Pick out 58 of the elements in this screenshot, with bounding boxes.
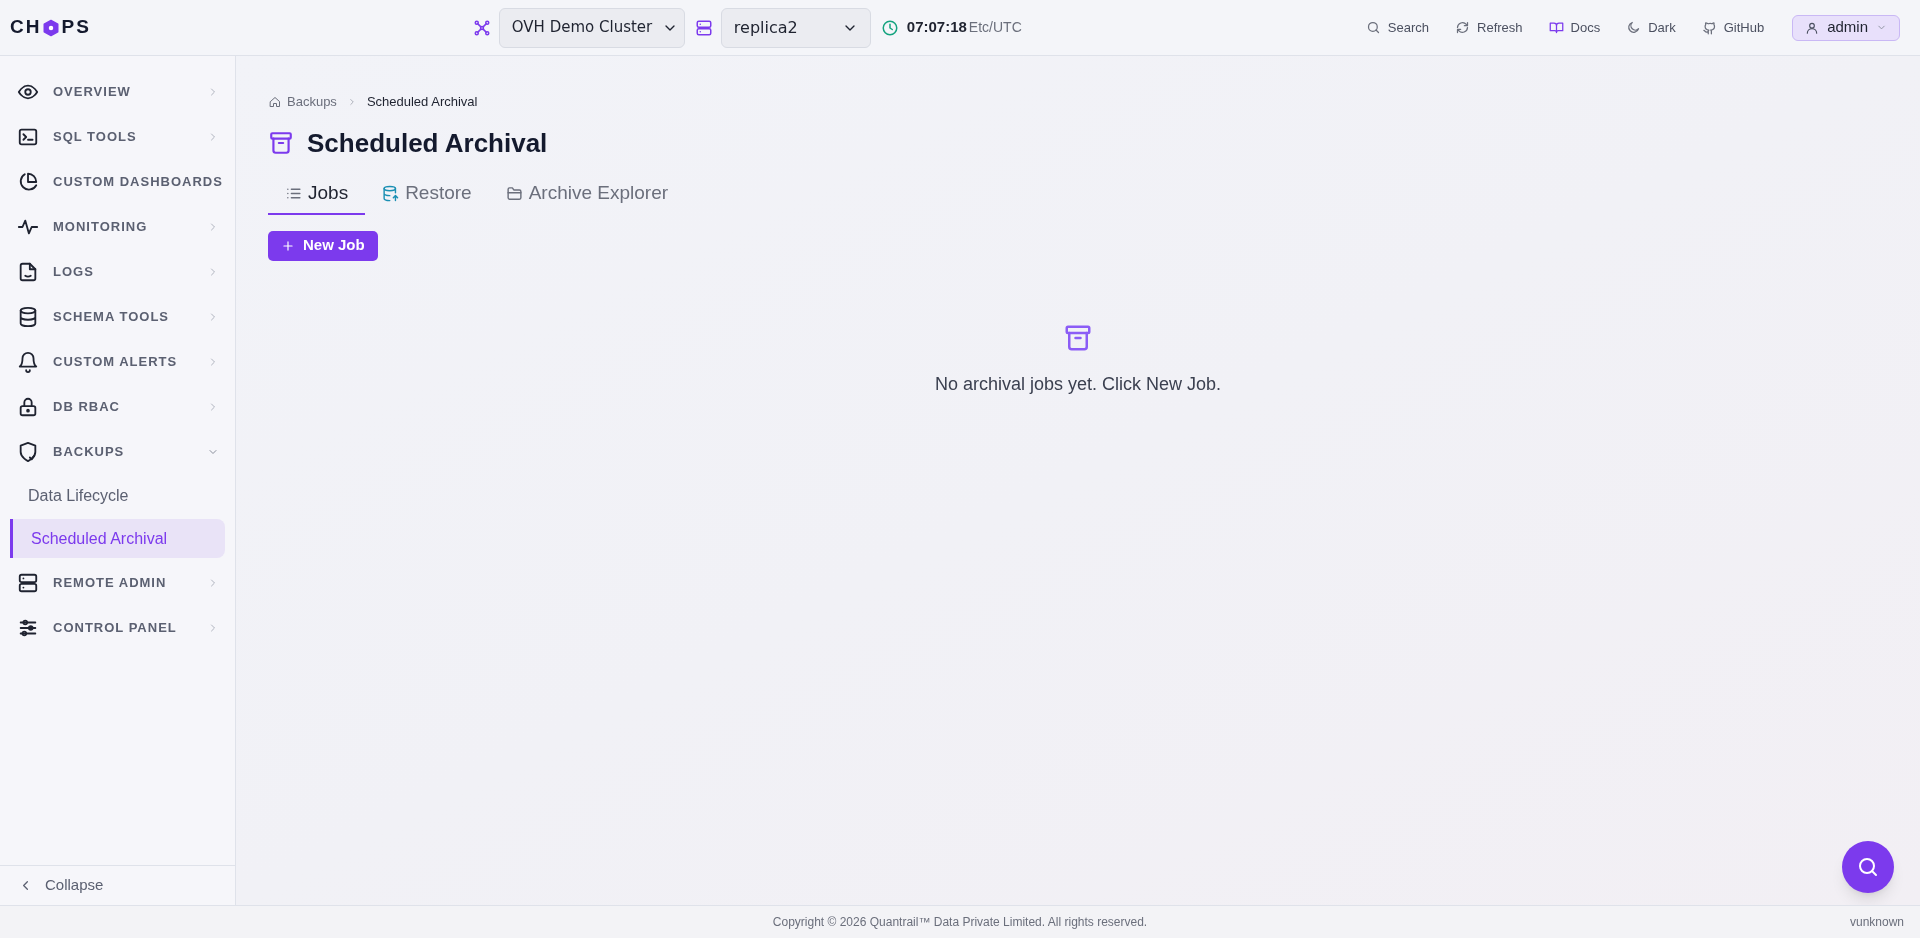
- github-link[interactable]: GitHub: [1693, 12, 1773, 43]
- pie-chart-icon: [17, 170, 39, 193]
- search-button[interactable]: [1842, 841, 1894, 893]
- github-icon: [1701, 20, 1717, 35]
- logo: CH PS: [10, 15, 91, 40]
- folder-icon: [505, 185, 523, 202]
- replica-select[interactable]: replica2: [720, 7, 871, 48]
- sidebar-item[interactable]: MONITORING: [10, 204, 225, 249]
- empty-state-message: No archival jobs yet. Click New Job.: [934, 372, 1222, 396]
- archive-icon: [268, 130, 294, 156]
- version-label: vunknown: [1849, 914, 1904, 931]
- breadcrumb-current: Scheduled Archival: [366, 93, 478, 111]
- sidebar-item[interactable]: SCHEMA TOOLS: [10, 294, 225, 339]
- clock-icon: [880, 18, 899, 37]
- page-title: Scheduled Archival: [307, 126, 548, 160]
- copyright-text: Copyright © 2026 Quantrail™ Data Private Limited. All rights reserved.: [772, 914, 1148, 931]
- book-icon: [1548, 20, 1564, 35]
- shield-icon: [17, 440, 39, 463]
- sidebar-item[interactable]: CUSTOM DASHBOARDS: [10, 159, 225, 204]
- cluster-select[interactable]: OVH Demo Cluster: [498, 7, 685, 48]
- search-button[interactable]: Search: [1357, 12, 1438, 43]
- moon-icon: [1626, 20, 1642, 35]
- sidebar-item[interactable]: CONTROL PANEL: [10, 605, 225, 650]
- breadcrumb-link[interactable]: Backups: [287, 92, 337, 112]
- tab[interactable]: Archive Explorer: [488, 174, 686, 215]
- tab[interactable]: Jobs: [268, 174, 366, 215]
- user-icon: [1805, 20, 1820, 35]
- sidebar-item[interactable]: SQL TOOLS: [10, 114, 225, 159]
- search-icon: [1365, 20, 1381, 35]
- server-icon: [694, 18, 713, 37]
- sidebar-subitem[interactable]: Data Lifecycle: [10, 476, 225, 515]
- refresh-icon: [1455, 20, 1471, 35]
- sidebar-item[interactable]: OVERVIEW: [10, 69, 225, 114]
- database-icon: [17, 305, 39, 328]
- timezone-label: Etc/UTC: [968, 18, 1022, 37]
- lock-icon: [17, 395, 39, 418]
- server-icon: [17, 571, 39, 594]
- sidebar-item[interactable]: REMOTE ADMIN: [10, 560, 225, 605]
- database-upload-icon: [382, 185, 400, 202]
- plus-icon: [281, 238, 295, 253]
- hexagon-icon: [42, 18, 61, 37]
- sidebar-item[interactable]: CUSTOM ALERTS: [10, 339, 225, 384]
- new-job-button[interactable]: New Job: [268, 230, 378, 261]
- refresh-button[interactable]: Refresh: [1447, 12, 1531, 43]
- docs-link[interactable]: Docs: [1540, 12, 1609, 43]
- home-icon: [269, 95, 281, 108]
- file-icon: [17, 260, 39, 283]
- theme-button[interactable]: Dark: [1618, 12, 1684, 43]
- sidebar-subitem[interactable]: Scheduled Archival: [10, 519, 225, 558]
- sidebar-item[interactable]: DB RBAC: [10, 384, 225, 429]
- clock-time: 07:07:18: [906, 17, 967, 38]
- search-icon: [1856, 855, 1880, 879]
- sidebar-item[interactable]: LOGS: [10, 249, 225, 294]
- sidebar-item[interactable]: BACKUPS: [10, 429, 225, 474]
- network-icon: [472, 18, 491, 37]
- tab[interactable]: Restore: [365, 174, 489, 215]
- bell-icon: [17, 350, 39, 373]
- user-menu[interactable]: admin: [1792, 14, 1900, 41]
